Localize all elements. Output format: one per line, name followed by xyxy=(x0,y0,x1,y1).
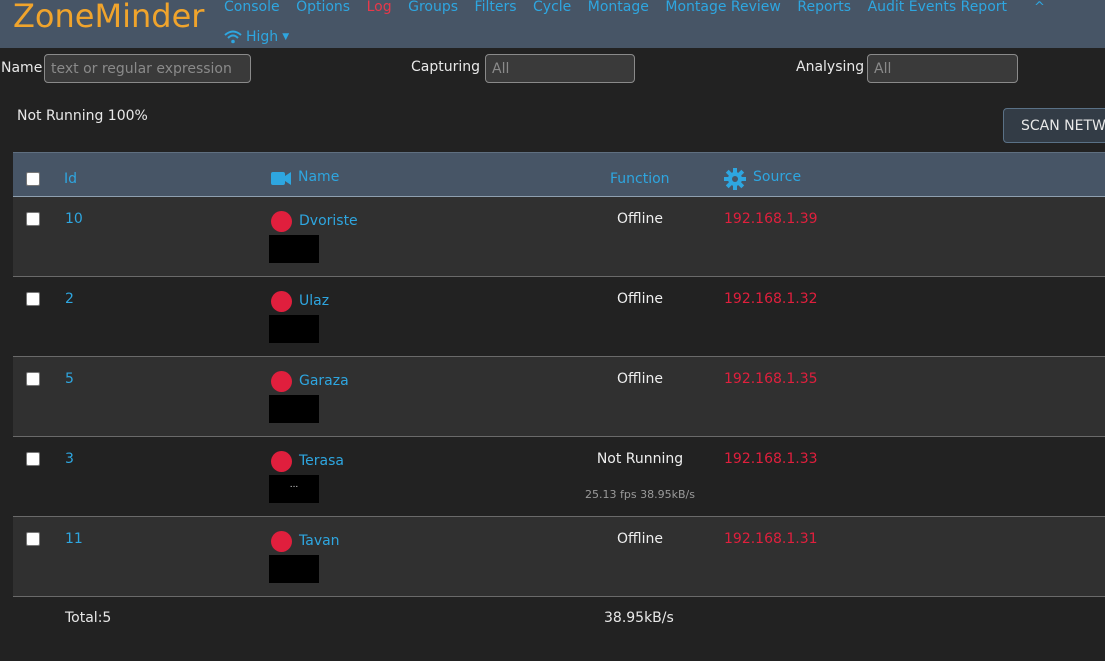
row-checkbox[interactable] xyxy=(26,372,40,386)
monitor-total-count: Total:5 xyxy=(65,610,112,626)
capturing-filter-label: Capturing xyxy=(411,59,481,75)
status-dot-icon xyxy=(271,531,292,552)
monitor-name-link[interactable]: Ulaz xyxy=(299,293,329,309)
monitor-id-link[interactable]: 10 xyxy=(65,211,83,227)
monitor-function[interactable]: Offline xyxy=(570,291,710,307)
video-camera-icon xyxy=(271,172,291,185)
monitor-name-link[interactable]: Garaza xyxy=(299,373,349,389)
nav-reports[interactable]: Reports xyxy=(797,0,851,15)
nav-cycle[interactable]: Cycle xyxy=(533,0,571,15)
monitor-function[interactable]: Offline xyxy=(570,531,710,547)
row-checkbox[interactable] xyxy=(26,292,40,306)
nav-audit-events-report[interactable]: Audit Events Report xyxy=(868,0,1007,15)
status-dot-icon xyxy=(271,451,292,472)
source-column-header[interactable]: Source xyxy=(753,169,801,185)
name-filter-label: Name xyxy=(1,60,43,76)
scan-network-button[interactable]: SCAN NETWORK xyxy=(1003,108,1105,143)
wifi-icon xyxy=(224,30,242,44)
monitor-thumbnail[interactable]: ... xyxy=(269,475,319,503)
nav-console[interactable]: Console xyxy=(224,0,280,15)
table-row: 11 Tavan Offline 192.168.1.31 xyxy=(13,517,1105,597)
table-row: 10 Dvoriste Offline 192.168.1.39 xyxy=(13,197,1105,277)
monitor-source-link[interactable]: 192.168.1.31 xyxy=(724,531,818,547)
monitor-name-link[interactable]: Tavan xyxy=(299,533,340,549)
monitor-table-header: Id Name Function Source xyxy=(13,152,1105,198)
navbar: ZoneMinder Console Options Log Groups Fi… xyxy=(0,0,1105,48)
analysing-filter-label: Analysing xyxy=(796,59,865,75)
caret-down-icon: ▼ xyxy=(282,32,290,42)
table-row: 2 Ulaz Offline 192.168.1.32 xyxy=(13,277,1105,357)
gear-icon xyxy=(724,168,746,190)
monitor-source-link[interactable]: 192.168.1.32 xyxy=(724,291,818,307)
nav-filters[interactable]: Filters xyxy=(475,0,517,15)
monitor-name-link[interactable]: Dvoriste xyxy=(299,213,358,229)
row-checkbox[interactable] xyxy=(26,532,40,546)
status-dot-icon xyxy=(271,211,292,232)
monitor-thumbnail[interactable] xyxy=(269,315,319,343)
name-filter-input[interactable] xyxy=(44,54,251,83)
function-column-header[interactable]: Function xyxy=(610,171,670,187)
status-dot-icon xyxy=(271,371,292,392)
id-column-header[interactable]: Id xyxy=(64,171,77,187)
nav-montage-review[interactable]: Montage Review xyxy=(665,0,781,15)
monitor-id-link[interactable]: 3 xyxy=(65,451,74,467)
monitor-source-link[interactable]: 192.168.1.35 xyxy=(724,371,818,387)
row-checkbox[interactable] xyxy=(26,452,40,466)
analysing-filter-input[interactable] xyxy=(867,54,1018,83)
name-column-header[interactable]: Name xyxy=(298,169,339,185)
monitor-fps-stats: 25.13 fps 38.95kB/s xyxy=(585,488,695,501)
total-bandwidth: 38.95kB/s xyxy=(604,610,674,626)
nav-log[interactable]: Log xyxy=(367,0,392,15)
monitor-id-link[interactable]: 5 xyxy=(65,371,74,387)
monitor-id-link[interactable]: 2 xyxy=(65,291,74,307)
select-all-checkbox[interactable] xyxy=(26,172,40,186)
monitor-function[interactable]: Offline xyxy=(570,211,710,227)
status-dot-icon xyxy=(271,291,292,312)
nav-options[interactable]: Options xyxy=(296,0,350,15)
table-row: 5 Garaza Offline 192.168.1.35 xyxy=(13,357,1105,437)
monitor-thumbnail[interactable] xyxy=(269,555,319,583)
capturing-filter-input[interactable] xyxy=(485,54,635,83)
bandwidth-label: High xyxy=(246,29,279,45)
nav-groups[interactable]: Groups xyxy=(408,0,458,15)
system-status: Not Running 100% xyxy=(17,108,148,124)
monitor-function[interactable]: Offline xyxy=(570,371,710,387)
scan-network-label: SCAN NETWORK xyxy=(1021,117,1105,134)
monitor-id-link[interactable]: 11 xyxy=(65,531,83,547)
nav-menu: Console Options Log Groups Filters Cycle… xyxy=(224,0,1024,15)
row-checkbox[interactable] xyxy=(26,212,40,226)
monitor-thumbnail[interactable] xyxy=(269,235,319,263)
nav-montage[interactable]: Montage xyxy=(588,0,649,15)
monitor-function[interactable]: Not Running xyxy=(570,451,710,467)
bandwidth-dropdown[interactable]: High ▼ xyxy=(224,29,289,45)
brand-logo[interactable]: ZoneMinder xyxy=(13,0,204,35)
monitor-thumbnail[interactable] xyxy=(269,395,319,423)
monitor-source-link[interactable]: 192.168.1.33 xyxy=(724,451,818,467)
monitor-name-link[interactable]: Terasa xyxy=(299,453,344,469)
table-row: 3 Terasa ... Not Running 25.13 fps 38.95… xyxy=(13,437,1105,517)
collapse-navbar-icon[interactable]: ^ xyxy=(1034,0,1045,15)
monitor-source-link[interactable]: 192.168.1.39 xyxy=(724,211,818,227)
